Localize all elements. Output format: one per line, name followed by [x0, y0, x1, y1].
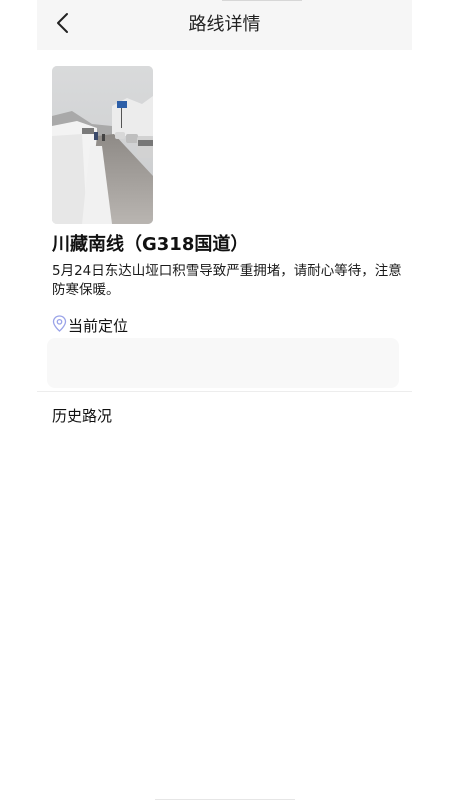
section-divider: [37, 391, 412, 392]
snow-road-photo: [52, 66, 153, 224]
page-title: 路线详情: [188, 14, 261, 35]
route-photo[interactable]: [52, 66, 153, 224]
home-indicator: [155, 799, 295, 800]
current-location-label: 当前定位: [68, 316, 129, 335]
top-navigation-bar: 路线详情: [37, 0, 412, 50]
route-detail-screen: 路线详情 川藏南线（G318国道） 5月24日东达山垭口积雪导致严重拥堵，请耐心…: [0, 0, 450, 801]
route-description: 5月24日东达山垭口积雪导致严重拥堵，请耐心等待，注意防寒保暖。: [52, 263, 402, 298]
current-location-row: 当前定位: [52, 315, 128, 336]
location-pin-icon: [52, 315, 67, 336]
route-title: 川藏南线（G318国道）: [52, 234, 249, 255]
history-traffic-label: 历史路况: [52, 407, 113, 425]
status-bar-line: [222, 0, 302, 1]
current-location-value-box: [47, 338, 399, 388]
